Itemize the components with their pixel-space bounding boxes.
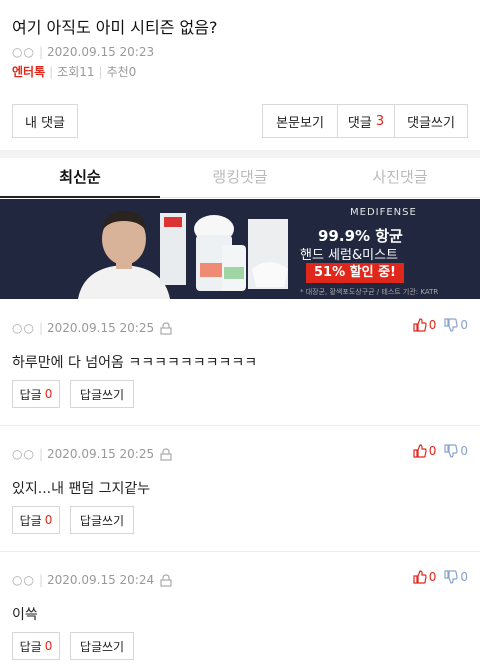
reply-label: 답글: [19, 639, 42, 654]
post-category[interactable]: 엔터톡: [12, 65, 45, 79]
report-icon[interactable]: [160, 573, 172, 587]
comments-label: 댓글: [347, 115, 372, 131]
thumbs-down-icon: [444, 444, 458, 458]
comment-datetime: 2020.09.15 20:25: [47, 321, 155, 335]
thumbs-up-icon: [413, 444, 427, 458]
comment-item: ○○ | 2020.09.15 20:25 0 0 있지...내 팬덤 그지같누…: [0, 426, 480, 552]
vote-group: 0 0: [405, 570, 468, 584]
post-author[interactable]: ○○: [12, 45, 35, 59]
post-meta: ○○ | 2020.09.15 20:23: [12, 43, 468, 61]
write-reply-label: 답글쓰기: [79, 513, 125, 528]
downvote-button[interactable]: 0: [444, 318, 468, 332]
write-comment-button[interactable]: 댓글쓰기: [394, 104, 468, 138]
reply-label: 답글: [19, 387, 42, 402]
write-reply-button[interactable]: 답글쓰기: [70, 506, 134, 534]
comment-datetime: 2020.09.15 20:25: [47, 447, 155, 461]
upvote-button[interactable]: 0: [413, 318, 437, 332]
comment-meta: ○○ | 2020.09.15 20:25: [12, 446, 172, 462]
comment-author[interactable]: ○○: [12, 320, 35, 336]
post-views: 조회11: [57, 65, 95, 79]
upvote-count: 0: [428, 318, 437, 332]
divider: |: [38, 45, 43, 59]
vote-group: 0 0: [405, 318, 468, 332]
post-stats: 엔터톡 | 조회11 | 추천0: [12, 63, 468, 81]
upvote-count: 0: [428, 570, 437, 584]
comment-item: ○○ | 2020.09.15 20:24 0 0 이쓱 답글 0 답글쓰기: [0, 552, 480, 666]
divider: |: [38, 573, 43, 587]
banner-sale-badge: 51% 할인 중!: [306, 263, 404, 283]
banner-subheadline: 핸드 세럼&미스트: [300, 248, 398, 263]
downvote-count: 0: [460, 570, 468, 584]
my-comments-label: 내 댓글: [24, 115, 65, 131]
report-icon[interactable]: [160, 447, 172, 461]
reply-count: 0: [44, 513, 53, 527]
thumbs-down-icon: [444, 570, 458, 584]
divider: |: [98, 65, 103, 79]
banner-footnote: * 대장균, 황색포도상구균 / 테스트 기관: KATR: [300, 288, 439, 296]
ad-banner[interactable]: MEDIFENSE 99.9% 항균 핸드 세럼&미스트 51% 할인 중! *…: [0, 199, 480, 299]
write-reply-button[interactable]: 답글쓰기: [70, 380, 134, 408]
comment-sort-tabs: 최신순 랭킹댓글 사진댓글: [0, 158, 480, 198]
thumbs-up-icon: [413, 570, 427, 584]
upvote-button[interactable]: 0: [413, 444, 437, 458]
reply-button[interactable]: 답글 0: [12, 380, 60, 408]
thumbs-down-icon: [444, 318, 458, 332]
section-divider: [0, 150, 480, 158]
comment-author[interactable]: ○○: [12, 572, 35, 588]
comments-count: 3: [375, 113, 385, 129]
comment-text: 하루만에 다 넘어옴 ㅋㅋㅋㅋㅋㅋㅋㅋㅋㅋ: [12, 355, 258, 371]
comment-datetime: 2020.09.15 20:24: [47, 573, 155, 587]
divider: |: [38, 321, 43, 335]
tab-photo[interactable]: 사진댓글: [320, 158, 480, 198]
my-comments-button[interactable]: 내 댓글: [12, 104, 78, 138]
downvote-count: 0: [460, 318, 468, 332]
post-header: 여기 아직도 아미 시티즌 없음? ○○ | 2020.09.15 20:23 엔터…: [12, 16, 468, 81]
product-image: [160, 213, 288, 291]
write-reply-label: 답글쓰기: [79, 639, 125, 654]
upvote-count: 0: [428, 444, 437, 458]
view-body-label: 본문보기: [276, 115, 324, 131]
comment-text: 있지...내 팬덤 그지같누: [12, 481, 151, 497]
comment-meta: ○○ | 2020.09.15 20:24: [12, 572, 172, 588]
downvote-count: 0: [460, 444, 468, 458]
comment-text: 이쓱: [12, 607, 38, 623]
reply-button[interactable]: 답글 0: [12, 506, 60, 534]
divider: |: [38, 447, 43, 461]
comments-count-button[interactable]: 댓글 3: [337, 104, 395, 138]
reply-count: 0: [44, 387, 53, 401]
write-reply-label: 답글쓰기: [79, 387, 125, 402]
person-image: [78, 211, 170, 299]
tab-ranking[interactable]: 랭킹댓글: [160, 158, 320, 198]
thumbs-up-icon: [413, 318, 427, 332]
write-comment-label: 댓글쓰기: [407, 115, 455, 131]
reply-count: 0: [44, 639, 53, 653]
downvote-button[interactable]: 0: [444, 444, 468, 458]
post-title: 여기 아직도 아미 시티즌 없음?: [12, 18, 218, 37]
divider: |: [49, 65, 54, 79]
comment-author[interactable]: ○○: [12, 446, 35, 462]
vote-group: 0 0: [405, 444, 468, 458]
banner-headline: 99.9% 항균: [318, 227, 403, 245]
reply-button[interactable]: 답글 0: [12, 632, 60, 660]
report-icon[interactable]: [160, 321, 172, 335]
upvote-button[interactable]: 0: [413, 570, 437, 584]
banner-brand: MEDIFENSE: [350, 207, 417, 218]
comment-meta: ○○ | 2020.09.15 20:25: [12, 320, 172, 336]
view-body-button[interactable]: 본문보기: [262, 104, 338, 138]
tab-latest[interactable]: 최신순: [0, 158, 160, 198]
write-reply-button[interactable]: 답글쓰기: [70, 632, 134, 660]
reply-label: 답글: [19, 513, 42, 528]
post-recommend: 추천0: [106, 65, 137, 79]
post-datetime: 2020.09.15 20:23: [47, 45, 155, 59]
downvote-button[interactable]: 0: [444, 570, 468, 584]
comment-item: ○○ | 2020.09.15 20:25 0 0 하루만에 다 넘어옴 ㅋㅋㅋ…: [0, 300, 480, 426]
